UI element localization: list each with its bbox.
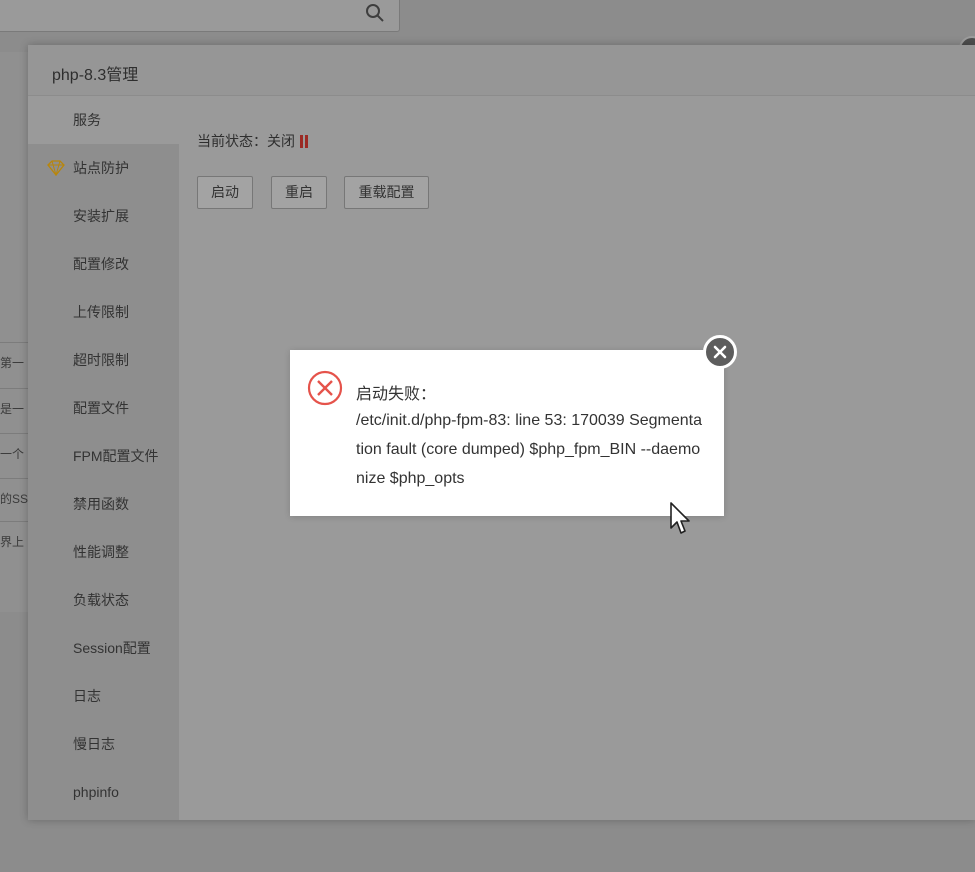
- close-icon: [713, 345, 727, 359]
- sidebar-item-config-file[interactable]: 配置文件: [28, 384, 179, 432]
- sidebar-item-label: 慢日志: [73, 736, 115, 752]
- sidebar-item-label: 安装扩展: [73, 208, 129, 224]
- reload-config-button[interactable]: 重载配置: [344, 176, 429, 209]
- background-row: 界上: [0, 521, 28, 562]
- sidebar: 服务 站点防护 安装扩展 配置修改 上传限制 超时限制 配置文件 FPM配置文件…: [28, 96, 179, 820]
- error-message: /etc/init.d/php-fpm-83: line 53: 170039 …: [356, 412, 702, 487]
- sidebar-item-config-edit[interactable]: 配置修改: [28, 240, 179, 288]
- sidebar-item-slow-log[interactable]: 慢日志: [28, 720, 179, 768]
- sidebar-item-phpinfo[interactable]: phpinfo: [28, 768, 179, 816]
- sidebar-item-label: 站点防护: [73, 160, 129, 176]
- sidebar-item-fpm-config[interactable]: FPM配置文件: [28, 432, 179, 480]
- sidebar-item-label: 性能调整: [73, 544, 129, 560]
- background-row: 一个: [0, 433, 28, 474]
- sidebar-item-label: 配置修改: [73, 256, 129, 272]
- background-row: 的SS: [0, 478, 28, 519]
- pause-icon: [299, 135, 309, 148]
- sidebar-item-label: 服务: [73, 112, 101, 128]
- sidebar-item-label: Session配置: [73, 640, 151, 656]
- sidebar-item-disabled-functions[interactable]: 禁用函数: [28, 480, 179, 528]
- sidebar-item-label: 禁用函数: [73, 496, 129, 512]
- service-status: 当前状态：关闭: [197, 131, 309, 151]
- error-title: 启动失败：: [356, 386, 437, 403]
- sidebar-item-install-extension[interactable]: 安装扩展: [28, 192, 179, 240]
- sidebar-item-session-config[interactable]: Session配置: [28, 624, 179, 672]
- background-row: 第一: [0, 342, 28, 383]
- modal-header: php-8.3管理: [28, 45, 975, 96]
- background-search-box: [0, 0, 400, 32]
- sidebar-item-load-status[interactable]: 负载状态: [28, 576, 179, 624]
- error-dialog: 启动失败： /etc/init.d/php-fpm-83: line 53: 1…: [290, 350, 724, 516]
- background-row: 是一: [0, 388, 28, 429]
- error-icon: [307, 370, 343, 406]
- modal-title: php-8.3管理: [52, 67, 139, 84]
- background-left-column: 第一 是一 一个 的SS 界上: [0, 52, 28, 612]
- status-value: 关闭: [267, 133, 295, 149]
- sidebar-item-timeout-limit[interactable]: 超时限制: [28, 336, 179, 384]
- start-button[interactable]: 启动: [197, 176, 253, 209]
- sidebar-item-label: 上传限制: [73, 304, 129, 320]
- restart-button[interactable]: 重启: [271, 176, 327, 209]
- sidebar-item-performance[interactable]: 性能调整: [28, 528, 179, 576]
- diamond-icon: [47, 160, 65, 176]
- sidebar-item-label: 负载状态: [73, 592, 129, 608]
- sidebar-item-site-protection[interactable]: 站点防护: [28, 144, 179, 192]
- mouse-cursor-icon: [670, 502, 690, 534]
- sidebar-item-label: 配置文件: [73, 400, 129, 416]
- sidebar-item-service[interactable]: 服务: [28, 96, 179, 144]
- sidebar-item-log[interactable]: 日志: [28, 672, 179, 720]
- sidebar-item-label: phpinfo: [73, 784, 119, 800]
- sidebar-item-label: 日志: [73, 688, 101, 704]
- search-icon: [366, 4, 384, 22]
- sidebar-item-upload-limit[interactable]: 上传限制: [28, 288, 179, 336]
- dialog-close-button[interactable]: [703, 335, 737, 369]
- sidebar-item-label: 超时限制: [73, 352, 129, 368]
- status-label: 当前状态：: [197, 133, 267, 149]
- sidebar-item-label: FPM配置文件: [73, 448, 159, 464]
